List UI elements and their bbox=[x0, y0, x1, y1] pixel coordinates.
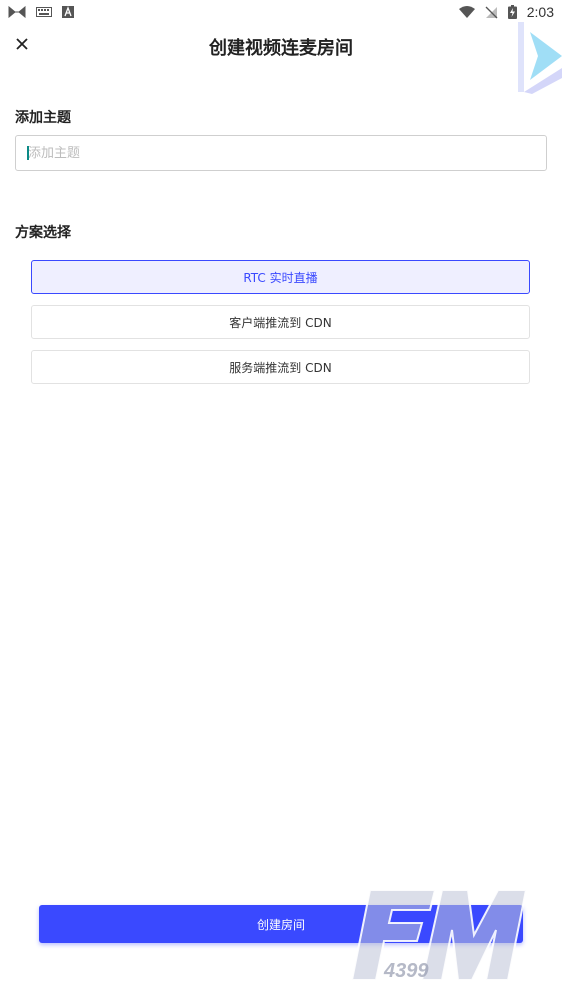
plan-option-label: 客户端推流到 CDN bbox=[229, 315, 332, 330]
svg-text:4399: 4399 bbox=[383, 960, 429, 982]
topic-input[interactable] bbox=[15, 135, 547, 171]
no-signal-icon bbox=[485, 6, 498, 18]
plan-label: 方案选择 bbox=[15, 225, 71, 241]
font-a-icon bbox=[62, 6, 74, 18]
topic-label: 添加主题 bbox=[15, 110, 71, 126]
page-title: 创建视频连麦房间 bbox=[209, 38, 353, 59]
status-right-icons: 2:03 bbox=[458, 4, 554, 20]
plan-option-server-cdn[interactable]: 服务端推流到 CDN bbox=[31, 350, 530, 384]
create-room-button[interactable]: 创建房间 bbox=[39, 905, 523, 943]
plan-option-client-cdn[interactable]: 客户端推流到 CDN bbox=[31, 305, 530, 339]
plan-option-label: 服务端推流到 CDN bbox=[229, 360, 332, 375]
plan-option-label: RTC 实时直播 bbox=[243, 270, 318, 285]
status-left-icons bbox=[8, 6, 74, 18]
header: 创建视频连麦房间 bbox=[0, 24, 562, 68]
play-logo-icon bbox=[518, 22, 562, 94]
battery-charging-icon bbox=[507, 5, 517, 19]
status-time: 2:03 bbox=[526, 4, 554, 20]
wifi-icon bbox=[458, 5, 475, 18]
create-room-label: 创建房间 bbox=[256, 917, 305, 932]
status-bar: 2:03 bbox=[0, 0, 562, 24]
plan-option-rtc[interactable]: RTC 实时直播 bbox=[31, 260, 530, 294]
game-controller-icon bbox=[8, 6, 26, 18]
text-caret bbox=[27, 146, 29, 160]
keyboard-icon bbox=[36, 7, 52, 17]
